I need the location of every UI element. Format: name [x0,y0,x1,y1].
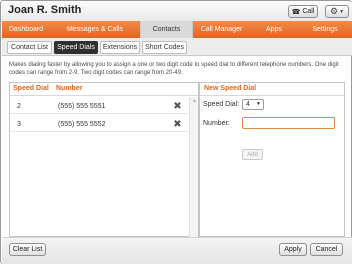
contacts-subtabs: Contact List Speed Dials Extensions Shor… [2,38,352,56]
speed-dial-code: 3 [17,121,21,128]
tab-contact-list[interactable]: Contact List [7,41,52,54]
speed-dial-description: Makes dialing faster by allowing you to … [9,62,339,76]
speed-dial-label: Speed Dial: [203,101,240,108]
settings-menu-button[interactable]: ⚙ ▼ [325,5,349,18]
nav-settings[interactable]: Settings [298,21,352,38]
apply-button[interactable]: Apply [279,243,307,256]
chevron-down-icon: ▼ [339,8,345,15]
speed-dial-list-panel: Speed Dial Number 2 (555) 555 5551 ✖ 3 (… [9,82,199,237]
phone-icon: ☎ [291,8,301,16]
speed-dial-table-header: Speed Dial Number [10,83,198,96]
new-speed-dial-title: New Speed Dial [204,85,257,92]
call-button[interactable]: ☎ Call [288,5,318,18]
call-label: Call [302,8,315,15]
add-button[interactable]: Add [242,149,263,160]
user-name-title: Joan R. Smith [8,4,82,16]
nav-contacts[interactable]: Contacts [140,21,193,38]
number-label: Number: [203,120,230,127]
tab-speed-dials[interactable]: Speed Dials [54,41,98,54]
footer-bar: Clear List Apply Cancel [2,237,352,264]
title-bar: Joan R. Smith ☎ Call ⚙ ▼ [2,2,352,21]
delete-icon[interactable]: ✖ [172,101,183,112]
col-number: Number [56,85,83,92]
nav-messages-calls[interactable]: Messages & Calls [50,21,140,38]
table-row: 2 (555) 555 5551 ✖ [10,100,188,114]
tab-short-codes[interactable]: Short Codes [142,41,187,54]
clear-list-button[interactable]: Clear List [9,243,46,256]
speed-dial-number: (555) 555 5551 [58,103,106,110]
nav-apps[interactable]: Apps [250,21,298,38]
nav-call-manager[interactable]: Call Manager [193,21,250,38]
delete-icon[interactable]: ✖ [172,119,183,130]
new-speed-dial-header: New Speed Dial [200,83,344,96]
table-row: 3 (555) 555 5552 ✖ [10,118,188,132]
speed-dial-select[interactable]: 4 ▼ [242,99,264,110]
speed-dial-select-value: 4 [246,101,250,108]
chevron-down-icon: ▼ [256,101,261,107]
nav-dashboard[interactable]: Dashboard [2,21,50,38]
scroll-up-icon[interactable]: ▲ [191,98,198,105]
col-speed-dial: Speed Dial [13,85,49,92]
speed-dial-code: 2 [17,103,21,110]
tab-extensions[interactable]: Extensions [100,41,140,54]
new-speed-dial-panel: New Speed Dial Speed Dial: 4 ▼ Number: A… [199,82,345,237]
main-nav: Dashboard Messages & Calls Contacts Call… [2,21,352,38]
speed-dial-number: (555) 555 5552 [58,121,106,128]
list-scrollbar[interactable]: ▲ [189,97,198,237]
gear-icon: ⚙ [329,6,339,16]
app-window: Joan R. Smith ☎ Call ⚙ ▼ Dashboard Messa… [0,0,352,264]
cancel-button[interactable]: Cancel [310,243,343,256]
number-input[interactable] [242,117,335,129]
